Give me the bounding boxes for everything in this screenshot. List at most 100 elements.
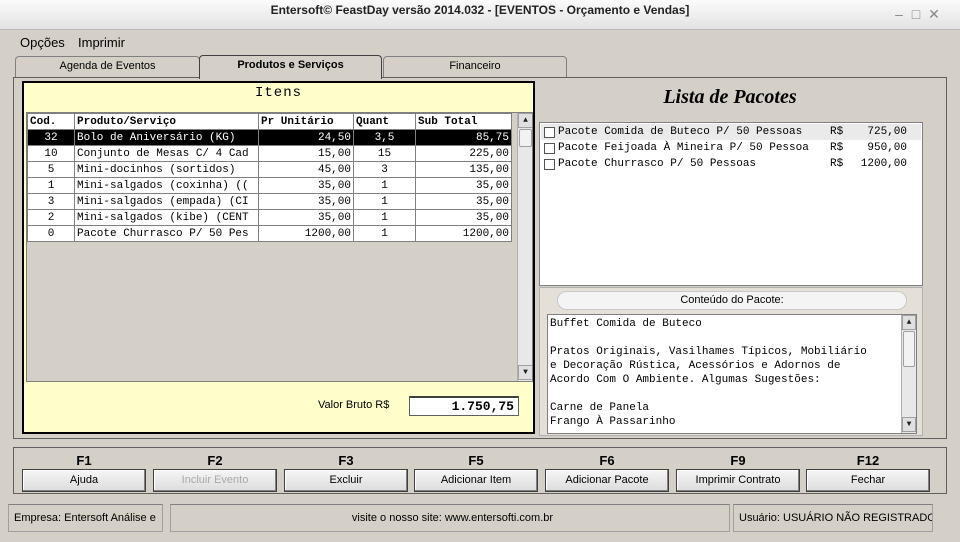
items-table: Cod. Produto/Serviço Pr Unitário Quant S… [27, 113, 512, 242]
conteudo-scrollbar[interactable]: ▲ ▼ [901, 315, 916, 433]
ajuda-button[interactable]: Ajuda [22, 469, 146, 492]
cell-produto: Mini-salgados (coxinha) (( [74, 177, 259, 194]
restore-icon[interactable]: □ [907, 6, 925, 24]
scroll-down-icon[interactable]: ▼ [902, 417, 916, 432]
scroll-thumb[interactable] [519, 129, 532, 147]
tab-financeiro[interactable]: Financeiro [383, 56, 567, 77]
pacote-checkbox[interactable] [544, 143, 555, 154]
conteudo-lines: Buffet Comida de Buteco Pratos Originais,… [550, 317, 895, 429]
status-empresa: Empresa: Entersoft Análise e [8, 504, 163, 532]
menu-opcoes[interactable]: Opções [20, 35, 65, 50]
minimize-icon[interactable]: – [890, 6, 908, 24]
cell-quant: 1 [353, 225, 416, 242]
scroll-up-icon[interactable]: ▲ [902, 315, 916, 330]
cell-cod: 1 [27, 177, 75, 194]
fechar-button[interactable]: Fechar [806, 469, 930, 492]
cell-subtotal: 225,00 [415, 145, 512, 162]
close-icon[interactable]: ✕ [925, 6, 943, 24]
fk-ajuda: F1 Ajuda [22, 453, 146, 492]
table-row[interactable]: 3 Mini-salgados (empada) (CI 35,00 1 35,00 [27, 193, 512, 210]
pacote-value: 950,00 [867, 142, 907, 154]
fk-key-label: F5 [468, 453, 484, 468]
conteudo-line: Acordo Com O Ambiente. Algumas Sugestões… [550, 374, 821, 386]
title-bar: Entersoft© FeastDay versão 2014.032 - [E… [0, 0, 960, 30]
pacotes-list[interactable]: Pacote Comida de Buteco P/ 50 Pessoas R$… [539, 122, 923, 286]
cell-cod: 5 [27, 161, 75, 178]
col-cod[interactable]: Cod. [27, 113, 75, 130]
pacote-item[interactable]: Pacote Feijoada À Mineira P/ 50 Pessoa R… [541, 140, 921, 156]
valor-bruto-field[interactable]: 1.750,75 [409, 396, 519, 416]
col-produto[interactable]: Produto/Serviço [74, 113, 259, 130]
items-title: Itens [254, 85, 302, 101]
cell-subtotal: 35,00 [415, 209, 512, 226]
conteudo-line [550, 387, 895, 401]
col-subtotal[interactable]: Sub Total [415, 113, 512, 130]
scroll-down-icon[interactable]: ▼ [518, 365, 532, 380]
cell-quant: 1 [353, 177, 416, 194]
scroll-up-icon[interactable]: ▲ [518, 113, 532, 128]
conteudo-textarea[interactable]: Buffet Comida de Buteco Pratos Originais,… [547, 314, 917, 434]
cell-cod: 10 [27, 145, 75, 162]
fk-adicionar-item: F5 Adicionar Item [414, 453, 538, 492]
pacote-name: Pacote Feijoada À Mineira P/ 50 Pessoa [558, 142, 809, 154]
tab-agenda-de-eventos[interactable]: Agenda de Eventos [15, 56, 200, 77]
cell-subtotal: 35,00 [415, 193, 512, 210]
pacote-checkbox[interactable] [544, 127, 555, 138]
cell-preco: 35,00 [258, 193, 354, 210]
cell-quant: 15 [353, 145, 416, 162]
conteudo-panel: Conteúdo do Pacote: Buffet Comida de But… [539, 287, 923, 436]
conteudo-line: Pratos Originais, Vasilhames Típicos, Mo… [550, 346, 867, 358]
menu-bar: Opções Imprimir [0, 30, 960, 54]
conteudo-line: Frango À Passarinho [550, 416, 676, 428]
cell-preco: 1200,00 [258, 225, 354, 242]
fk-incluir-evento: F2 Incluir Evento [153, 453, 277, 492]
incluir-evento-button[interactable]: Incluir Evento [153, 469, 277, 492]
col-preco[interactable]: Pr Unitário [258, 113, 354, 130]
cell-cod: 2 [27, 209, 75, 226]
cell-produto: Mini-salgados (empada) (CI [74, 193, 259, 210]
fk-key-label: F6 [599, 453, 615, 468]
items-grid[interactable]: Cod. Produto/Serviço Pr Unitário Quant S… [26, 112, 533, 382]
cell-produto: Pacote Churrasco P/ 50 Pes [74, 225, 259, 242]
fk-imprimir-contrato: F9 Imprimir Contrato [676, 453, 800, 492]
cell-produto: Mini-salgados (kibe) (CENT [74, 209, 259, 226]
fk-adicionar-pacote: F6 Adicionar Pacote [545, 453, 669, 492]
items-scrollbar[interactable]: ▲ ▼ [517, 113, 532, 381]
fk-key-label: F3 [338, 453, 354, 468]
pacote-value: 1200,00 [860, 158, 907, 170]
tab-produtos-e-servicos[interactable]: Produtos e Serviços [199, 55, 382, 79]
menu-imprimir[interactable]: Imprimir [78, 35, 125, 50]
cell-produto: Conjunto de Mesas C/ 4 Cad [74, 145, 259, 162]
table-row[interactable]: 0 Pacote Churrasco P/ 50 Pes 1200,00 1 1200,… [27, 225, 512, 242]
conteudo-line: e Decoração Rústica, Acessórios e Adorno… [550, 360, 841, 372]
pacote-item[interactable]: Pacote Churrasco P/ 50 Pessoas R$ 1200,00 [541, 156, 921, 172]
cell-produto: Mini-docinhos (sortidos) [74, 161, 259, 178]
fk-key-label: F9 [730, 453, 746, 468]
fk-excluir: F3 Excluir [284, 453, 408, 492]
cell-quant: 1 [353, 209, 416, 226]
cell-preco: 15,00 [258, 145, 354, 162]
excluir-button[interactable]: Excluir [284, 469, 408, 492]
conteudo-label: Conteúdo do Pacote: [557, 291, 907, 310]
table-row[interactable]: 2 Mini-salgados (kibe) (CENT 35,00 1 35,00 [27, 209, 512, 226]
imprimir-contrato-button[interactable]: Imprimir Contrato [676, 469, 800, 492]
col-quant[interactable]: Quant [353, 113, 416, 130]
cell-cod: 3 [27, 193, 75, 210]
table-row[interactable]: 32 Bolo de Aniversário (KG) 24,50 3,5 85,75 [27, 129, 512, 146]
adicionar-item-button[interactable]: Adicionar Item [414, 469, 538, 492]
table-row[interactable]: 10 Conjunto de Mesas C/ 4 Cad 15,00 15 225,0… [27, 145, 512, 162]
table-row[interactable]: 1 Mini-salgados (coxinha) ((35,00 1 35,00 [27, 177, 512, 194]
pacote-name: Pacote Churrasco P/ 50 Pessoas [558, 158, 757, 170]
pacote-item[interactable]: Pacote Comida de Buteco P/ 50 Pessoas R$… [541, 124, 921, 140]
table-row[interactable]: 5 Mini-docinhos (sortidos) 45,00 3 135,00 [27, 161, 512, 178]
pacote-checkbox[interactable] [544, 159, 555, 170]
cell-subtotal: 1200,00 [415, 225, 512, 242]
adicionar-pacote-button[interactable]: Adicionar Pacote [545, 469, 669, 492]
cell-preco: 35,00 [258, 209, 354, 226]
fk-key-label: F1 [76, 453, 92, 468]
cell-subtotal: 135,00 [415, 161, 512, 178]
status-usuario: Usuário: USUÁRIO NÃO REGISTRADO [733, 504, 933, 532]
fk-key-label: F2 [207, 453, 223, 468]
scroll-thumb[interactable] [903, 331, 915, 367]
fk-fechar: F12 Fechar [806, 453, 930, 492]
